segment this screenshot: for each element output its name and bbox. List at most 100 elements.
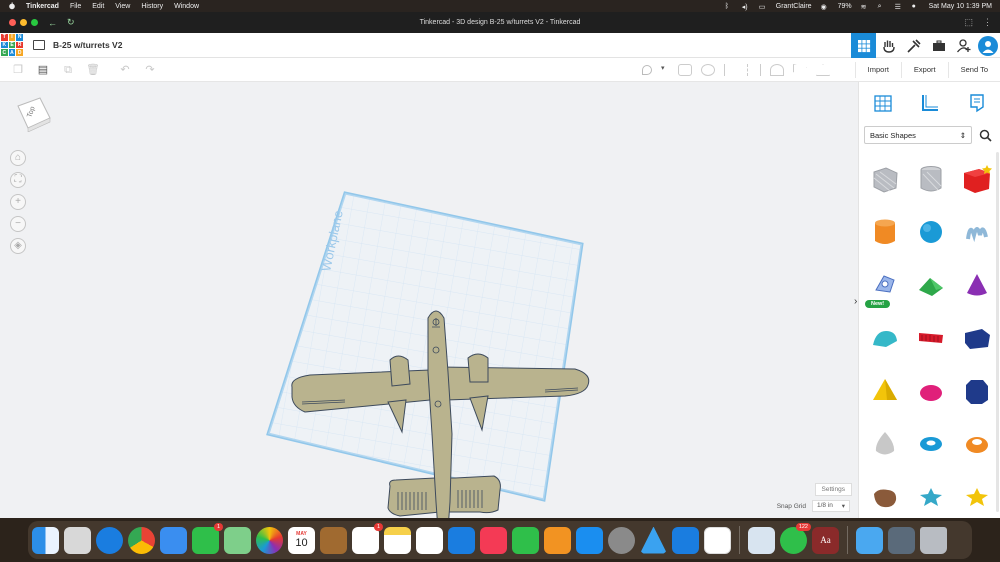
shape-polygon[interactable] bbox=[954, 364, 1000, 417]
screenshots-folder[interactable] bbox=[888, 526, 915, 554]
notes-icon[interactable] bbox=[966, 92, 988, 114]
menubar-clock[interactable]: Sat May 10 1:39 PM bbox=[929, 3, 992, 10]
mail-app[interactable] bbox=[160, 526, 187, 554]
messages-app[interactable]: 122 bbox=[780, 522, 811, 554]
menu-app-name[interactable]: Tinkercad bbox=[26, 3, 59, 10]
shape-generator[interactable]: New! bbox=[862, 258, 908, 311]
note-pin-icon[interactable] bbox=[642, 65, 652, 75]
freeform-app[interactable] bbox=[416, 526, 443, 554]
workplane-canvas[interactable]: Workplane bbox=[0, 82, 858, 518]
learn-button[interactable] bbox=[926, 33, 951, 58]
workplane-icon[interactable] bbox=[816, 64, 830, 76]
back-arrow-icon[interactable]: ← bbox=[48, 18, 57, 28]
chrome-app[interactable] bbox=[128, 526, 155, 554]
cruise-icon[interactable] bbox=[770, 64, 784, 76]
search-icon[interactable]: ⌕ bbox=[878, 3, 886, 10]
mirror-icon[interactable] bbox=[747, 64, 761, 76]
siri-icon[interactable]: ● bbox=[912, 3, 920, 10]
duplicate-icon[interactable]: ⧉ bbox=[61, 64, 75, 76]
send-to-button[interactable]: Send To bbox=[947, 62, 1000, 78]
collapse-panel-icon[interactable]: › bbox=[854, 296, 857, 307]
snap-grid-select[interactable]: 1/8 in ▾ bbox=[812, 500, 850, 512]
perspective-button[interactable]: ◈ bbox=[10, 238, 26, 254]
shape-rock[interactable] bbox=[862, 470, 908, 523]
flag-icon[interactable] bbox=[793, 64, 807, 73]
music-app[interactable] bbox=[480, 526, 507, 554]
shape-cylinder-hole[interactable] bbox=[908, 152, 954, 205]
reminders-app[interactable]: 1 bbox=[352, 522, 383, 554]
chevron-down-icon[interactable]: ▾ bbox=[661, 64, 669, 76]
control-center-icon[interactable]: ☰ bbox=[895, 3, 903, 11]
maps-app[interactable] bbox=[224, 526, 251, 554]
shape-roof[interactable] bbox=[908, 258, 954, 311]
shape-round-roof[interactable] bbox=[862, 311, 908, 364]
testflight-app[interactable] bbox=[640, 526, 667, 554]
shape-torus[interactable] bbox=[908, 417, 954, 470]
grid-shapes-icon[interactable] bbox=[872, 92, 894, 114]
shape-text[interactable] bbox=[908, 311, 954, 364]
view-cube[interactable]: Top bbox=[14, 94, 52, 132]
preview-app[interactable] bbox=[748, 526, 775, 554]
xcode-app[interactable] bbox=[672, 526, 699, 554]
shape-category-select[interactable]: Basic Shapes ⇕ bbox=[864, 126, 972, 144]
more-menu-icon[interactable]: ⋮ bbox=[983, 17, 992, 28]
redo-icon[interactable]: ↷ bbox=[143, 64, 157, 76]
design-name[interactable]: B-25 w/turrets V2 bbox=[53, 40, 122, 50]
system-settings-app[interactable] bbox=[608, 526, 635, 554]
3d-viewport[interactable]: Workplane Top ⌂ ⛶ + − ◈ Settings Snap Gr… bbox=[0, 82, 858, 518]
wifi-icon[interactable]: ≋ bbox=[861, 3, 869, 11]
add-user-button[interactable] bbox=[951, 33, 976, 58]
ruler-icon[interactable] bbox=[919, 92, 941, 114]
paste-icon[interactable]: ▤ bbox=[36, 64, 50, 76]
photos-app[interactable] bbox=[256, 526, 283, 554]
keynote-app[interactable] bbox=[448, 526, 475, 554]
shape-star-gold[interactable] bbox=[954, 470, 1000, 523]
zoom-in-button[interactable]: + bbox=[10, 194, 26, 210]
extensions-icon[interactable]: ⬚ bbox=[964, 17, 973, 28]
app-store-app[interactable] bbox=[576, 526, 603, 554]
volume-icon[interactable]: ◂) bbox=[742, 3, 750, 11]
minimize-window-button[interactable] bbox=[20, 19, 27, 26]
tinkercad-app[interactable] bbox=[704, 526, 731, 554]
user-name[interactable]: GrantClaire bbox=[776, 3, 812, 10]
trash-icon[interactable] bbox=[920, 526, 947, 554]
shape-star[interactable] bbox=[908, 470, 954, 523]
facetime-app[interactable]: 1 bbox=[192, 522, 223, 554]
shape-pyramid[interactable] bbox=[862, 364, 908, 417]
3d-design-view-button[interactable] bbox=[851, 33, 876, 58]
menu-file[interactable]: File bbox=[70, 3, 81, 10]
design-list-icon[interactable] bbox=[33, 40, 45, 50]
menu-history[interactable]: History bbox=[141, 3, 163, 10]
shape-half-sphere[interactable] bbox=[908, 364, 954, 417]
notes-app[interactable] bbox=[384, 526, 411, 554]
blocks-button[interactable] bbox=[901, 33, 926, 58]
shape-box[interactable] bbox=[954, 152, 1000, 205]
pages-app[interactable] bbox=[544, 526, 571, 554]
b25-engine-left[interactable] bbox=[389, 355, 411, 387]
zoom-out-button[interactable]: − bbox=[10, 216, 26, 232]
fit-view-button[interactable]: ⛶ bbox=[10, 172, 26, 188]
align-icon[interactable] bbox=[724, 64, 738, 76]
export-button[interactable]: Export bbox=[900, 62, 948, 78]
home-view-button[interactable]: ⌂ bbox=[10, 150, 26, 166]
close-window-button[interactable] bbox=[9, 19, 16, 26]
notes-brown-app[interactable] bbox=[320, 526, 347, 554]
ungroup-icon[interactable] bbox=[701, 64, 715, 76]
menu-view[interactable]: View bbox=[115, 3, 130, 10]
sim-lab-button[interactable] bbox=[876, 33, 901, 58]
tinkercad-logo[interactable]: T I N K E R C A D bbox=[1, 34, 23, 56]
b25-engine-right[interactable] bbox=[467, 353, 489, 383]
downloads-folder[interactable] bbox=[856, 526, 883, 554]
shape-scribble[interactable] bbox=[954, 205, 1000, 258]
menu-window[interactable]: Window bbox=[174, 3, 199, 10]
maximize-window-button[interactable] bbox=[31, 19, 38, 26]
group-icon[interactable] bbox=[678, 64, 692, 76]
bluetooth-icon[interactable]: ᛒ bbox=[725, 3, 733, 10]
delete-icon[interactable]: 🗑 bbox=[86, 64, 100, 76]
shape-cone[interactable] bbox=[954, 258, 1000, 311]
shape-cylinder[interactable] bbox=[862, 205, 908, 258]
calendar-app[interactable]: MAY 10 bbox=[288, 526, 315, 554]
user-avatar[interactable] bbox=[978, 35, 998, 56]
apple-icon[interactable] bbox=[8, 2, 16, 10]
shape-search-button[interactable] bbox=[976, 126, 994, 144]
